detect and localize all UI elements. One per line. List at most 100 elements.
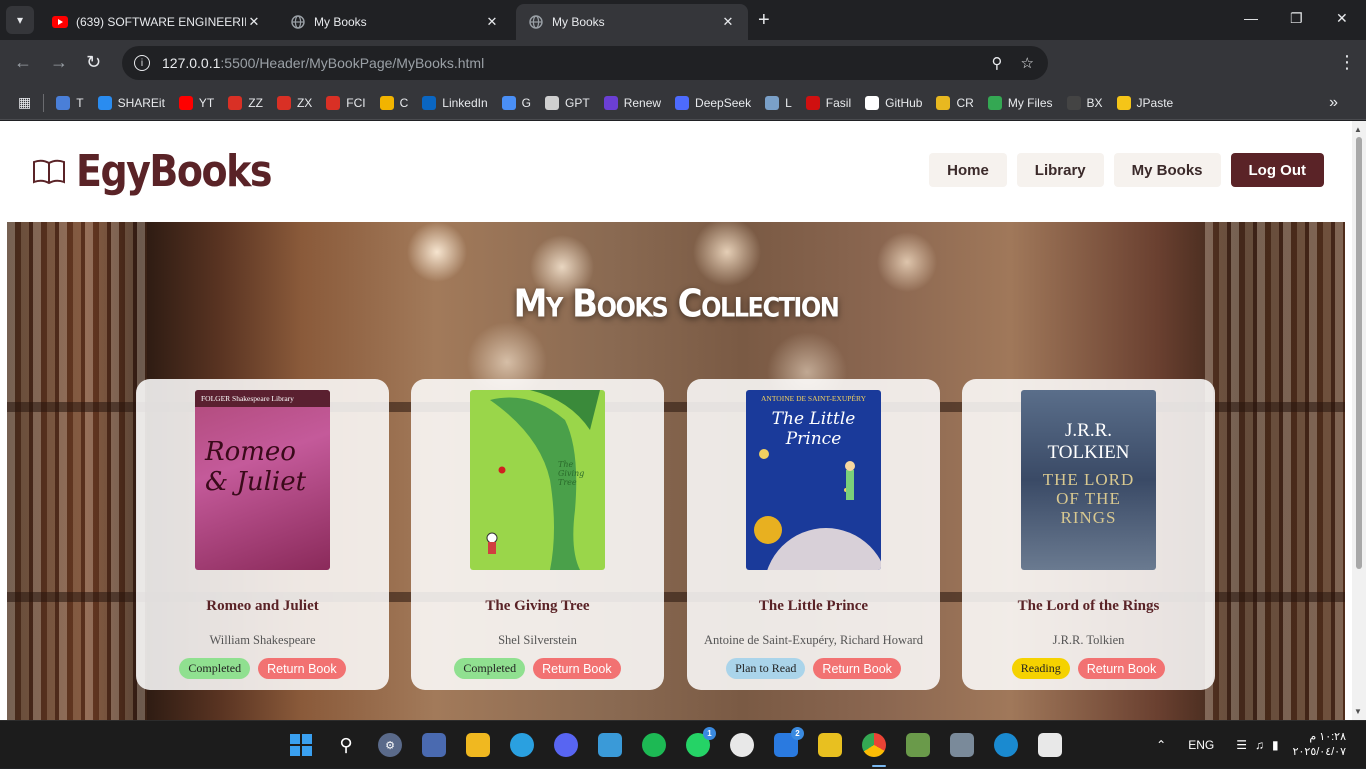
bookmark-item[interactable]: CR xyxy=(936,95,974,110)
notepad-icon[interactable] xyxy=(598,733,622,757)
bookmark-item[interactable]: Renew xyxy=(603,95,661,110)
wifi-icon[interactable]: ☰ xyxy=(1236,738,1247,752)
bookmark-item[interactable]: C xyxy=(379,95,408,110)
bookmark-item[interactable]: BX xyxy=(1066,95,1103,110)
return-book-button[interactable]: Return Book xyxy=(1077,658,1166,679)
battery-icon[interactable]: ▮ xyxy=(1272,738,1279,752)
bookmark-item[interactable]: L xyxy=(765,95,792,110)
url-text[interactable]: 127.0.0.1:5500/Header/MyBookPage/MyBooks… xyxy=(162,55,484,71)
search-icon[interactable]: ⚲ xyxy=(334,733,358,757)
telegram-icon[interactable] xyxy=(510,733,534,757)
return-book-button[interactable]: Return Book xyxy=(258,658,346,679)
apps-grid-icon[interactable]: ▦ xyxy=(18,94,31,111)
globe-icon xyxy=(528,14,544,30)
bookmark-item[interactable]: G xyxy=(501,95,531,110)
book-card: J.R.R. TOLKIEN THE LORD OF THE RINGS The… xyxy=(962,379,1215,690)
minimize-icon[interactable]: — xyxy=(1244,10,1258,26)
discord-icon[interactable] xyxy=(554,733,578,757)
book-cover-the-lord-of-the-rings[interactable]: J.R.R. TOLKIEN THE LORD OF THE RINGS xyxy=(1021,390,1156,570)
logout-button[interactable]: Log Out xyxy=(1230,153,1324,187)
bookmark-star-icon[interactable]: ☆ xyxy=(1021,54,1034,72)
bookmark-item[interactable]: Fasil xyxy=(805,95,851,110)
show-hidden-icons-icon[interactable]: ⌃ xyxy=(1156,738,1166,752)
bookmark-item[interactable]: YT xyxy=(178,95,214,110)
bookmark-favicon-icon xyxy=(97,95,112,110)
close-window-icon[interactable]: ✕ xyxy=(1336,10,1348,27)
close-tab-icon[interactable]: ✕ xyxy=(246,14,262,30)
pdf-reader-icon[interactable] xyxy=(818,733,842,757)
bookmark-favicon-icon xyxy=(228,95,243,110)
maximize-icon[interactable]: ❐ xyxy=(1290,10,1303,27)
tab-title: (639) SOFTWARE ENGINEERING xyxy=(76,15,246,29)
bookmark-favicon-icon xyxy=(501,95,516,110)
nav-my-books[interactable]: My Books xyxy=(1113,153,1221,187)
bookmark-item[interactable]: ZX xyxy=(276,95,312,110)
site-info-icon[interactable]: i xyxy=(134,55,150,71)
book-author: Shel Silverstein xyxy=(498,633,577,647)
scroll-down-arrow-icon[interactable]: ▼ xyxy=(1354,707,1362,716)
bookmark-item[interactable]: GitHub xyxy=(865,95,922,110)
book-cover-romeo-and-juliet[interactable]: FOLGER Shakespeare Library Romeo & Julie… xyxy=(195,390,330,570)
book-cover-the-little-prince[interactable]: ANTOINE DE SAINT-EXUPÉRY The Little Prin… xyxy=(746,390,881,570)
tab-search-button[interactable]: ▾ xyxy=(6,6,34,34)
bookmark-label: GPT xyxy=(565,95,590,110)
back-icon[interactable]: ← xyxy=(14,52,32,72)
scroll-up-arrow-icon[interactable]: ▲ xyxy=(1354,125,1362,134)
language-indicator[interactable]: ENG xyxy=(1188,738,1214,752)
bookmark-favicon-icon xyxy=(765,95,780,110)
windows-start-icon[interactable] xyxy=(289,733,313,757)
new-tab-button[interactable]: + xyxy=(758,10,770,30)
volume-icon[interactable]: ♫ xyxy=(1255,738,1264,752)
bookmark-item[interactable]: GPT xyxy=(545,95,590,110)
url-path: :5500/Header/MyBookPage/MyBooks.html xyxy=(220,55,485,71)
return-book-button[interactable]: Return Book xyxy=(533,658,621,679)
calculator-icon[interactable] xyxy=(422,733,446,757)
snipping-tool-icon[interactable] xyxy=(906,733,930,757)
globe-icon xyxy=(290,14,306,30)
bookmark-label: SHAREit xyxy=(117,95,165,110)
nav-home[interactable]: Home xyxy=(929,153,1007,187)
zoom-icon[interactable]: ⚲ xyxy=(992,54,1003,72)
close-tab-icon[interactable]: ✕ xyxy=(720,14,736,30)
page-scrollbar[interactable]: ▲ ▼ xyxy=(1352,121,1366,720)
browser-tab-strip: ▾ (639) SOFTWARE ENGINEERING ✕ My Books … xyxy=(0,0,1366,40)
bookmark-item[interactable]: LinkedIn xyxy=(422,95,488,110)
whatsapp-icon[interactable]: 1 xyxy=(686,727,716,757)
menu-kebab-icon[interactable]: ⋮ xyxy=(1338,52,1356,72)
forward-icon[interactable]: → xyxy=(50,52,68,72)
bookmark-item[interactable]: SHAREit xyxy=(97,95,165,110)
tab-my-books[interactable]: My Books ✕ xyxy=(278,4,512,40)
bookmark-item[interactable]: My Files xyxy=(987,95,1053,110)
nav-library[interactable]: Library xyxy=(1016,153,1104,187)
more-bookmarks-icon[interactable]: » xyxy=(1329,94,1338,112)
notification-badge: 2 xyxy=(791,727,804,740)
settings-gear-icon[interactable]: ⚙ xyxy=(378,733,402,757)
tab-youtube[interactable]: (639) SOFTWARE ENGINEERING ✕ xyxy=(40,4,274,40)
bookmark-favicon-icon xyxy=(1066,95,1081,110)
return-book-button[interactable]: Return Book xyxy=(813,658,901,679)
camera-icon[interactable] xyxy=(950,733,974,757)
bookmark-item[interactable]: FCI xyxy=(326,95,366,110)
file-explorer-icon[interactable] xyxy=(466,733,490,757)
cover-publisher: FOLGER Shakespeare Library xyxy=(195,390,330,407)
chrome-icon[interactable] xyxy=(862,733,886,757)
tab-my-books-active[interactable]: My Books ✕ xyxy=(516,4,748,40)
reload-icon[interactable]: ↻ xyxy=(86,52,101,72)
site-logo[interactable]: EgyBooks xyxy=(32,146,273,196)
bookmark-item[interactable]: JPaste xyxy=(1116,95,1173,110)
book-actions: Plan to Read Return Book xyxy=(687,658,940,679)
spotify-icon[interactable] xyxy=(642,733,666,757)
book-cover-the-giving-tree[interactable]: The Giving Tree xyxy=(470,390,605,570)
clock[interactable]: ١٠:٢٨ م ٢٠٢٥/٠٤/٠٧ xyxy=(1293,730,1346,760)
bookmark-item[interactable]: DeepSeek xyxy=(675,95,751,110)
bookmark-item[interactable]: ZZ xyxy=(228,95,263,110)
close-tab-icon[interactable]: ✕ xyxy=(484,14,500,30)
app-window-icon[interactable] xyxy=(1038,733,1062,757)
bookmark-label: LinkedIn xyxy=(442,95,488,110)
omnibox[interactable]: i 127.0.0.1:5500/Header/MyBookPage/MyBoo… xyxy=(122,46,1048,80)
edge-icon[interactable] xyxy=(994,733,1018,757)
todo-icon[interactable]: 2 xyxy=(774,727,804,757)
scrollbar-thumb[interactable] xyxy=(1356,137,1362,569)
bookmark-item[interactable]: T xyxy=(56,95,84,110)
clock-app-icon[interactable] xyxy=(730,733,754,757)
